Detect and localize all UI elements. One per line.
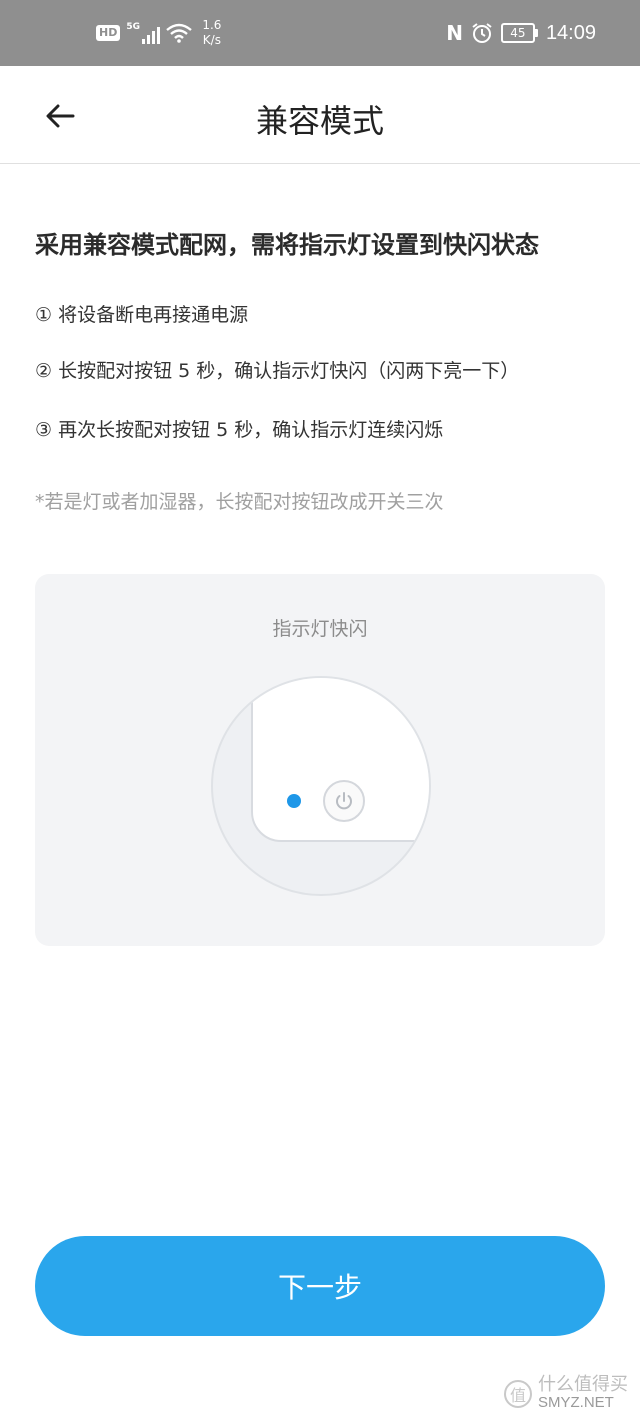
page-title: 兼容模式	[255, 102, 384, 140]
indicator-led	[287, 794, 301, 808]
watermark-logo-icon: 值	[504, 1380, 532, 1408]
device-illustration	[211, 676, 431, 896]
illustration-caption: 指示灯快闪	[272, 618, 368, 640]
power-button-icon	[323, 780, 365, 822]
network-type: 5G	[126, 22, 140, 32]
watermark-en-text: SMYZ.NET	[538, 1394, 614, 1411]
network-speed-value: 1.6	[202, 18, 222, 32]
step-2: ② 长按配对按钮 5 秒，确认指示灯快闪（闪两下亮一下）	[35, 360, 520, 382]
status-left: HD 5G 1.6 K/s	[96, 0, 221, 66]
battery-icon: 45	[500, 23, 538, 43]
hd-badge: HD	[96, 25, 121, 41]
app-header: 兼容模式	[0, 66, 640, 164]
alarm-icon	[472, 23, 492, 43]
watermark-cn-text: 什么值得买	[538, 1374, 628, 1395]
nfc-icon: N	[446, 21, 463, 45]
watermark: 值 什么值得买 SMYZ.NET	[504, 1376, 628, 1412]
instruction-heading: 采用兼容模式配网，需将指示灯设置到快闪状态	[35, 231, 539, 259]
status-right: N 45 14:09	[446, 0, 596, 66]
network-speed-unit: K/s	[202, 33, 221, 47]
status-bar: HD 5G 1.6 K/s N 45 14:09	[0, 0, 640, 66]
next-step-button[interactable]: 下一步	[35, 1236, 605, 1336]
cellular-signal-icon: 5G	[126, 22, 161, 44]
indicator-illustration-panel: 指示灯快闪	[35, 574, 605, 946]
device-corner	[251, 678, 429, 842]
step-3: ③ 再次长按配对按钮 5 秒，确认指示灯连续闪烁	[35, 419, 444, 441]
wifi-icon	[166, 23, 193, 43]
hint-note: *若是灯或者加湿器，长按配对按钮改成开关三次	[35, 491, 444, 513]
step-1: ① 将设备断电再接通电源	[35, 304, 249, 326]
network-speed: 1.6 K/s	[202, 18, 221, 48]
battery-level: 45	[510, 26, 526, 40]
clock: 14:09	[545, 21, 596, 44]
